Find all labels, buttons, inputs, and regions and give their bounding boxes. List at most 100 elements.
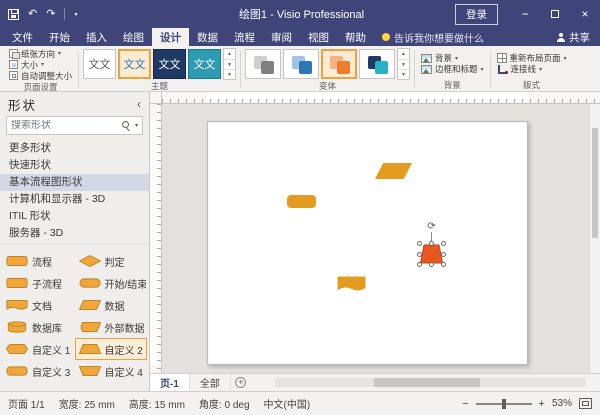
master-custom-3[interactable]: 自定义 3 xyxy=(2,360,75,382)
selection-handle[interactable] xyxy=(441,241,446,246)
zoom-slider-thumb[interactable] xyxy=(502,399,506,409)
chevron-down-icon: ▾ xyxy=(455,55,458,62)
share-button[interactable]: 共享 xyxy=(546,28,600,46)
selection-handle[interactable] xyxy=(417,241,422,246)
relayout-page-button[interactable]: 重新布局页面 ▾ xyxy=(495,53,569,64)
custom3-shape-icon xyxy=(6,365,28,377)
canvas-shape-document[interactable] xyxy=(337,276,366,293)
search-options-icon[interactable]: ▾ xyxy=(135,122,138,129)
scrollbar-thumb[interactable] xyxy=(592,128,598,238)
master-decision[interactable]: 判定 xyxy=(75,250,148,272)
size-button[interactable]: 大小 ▾ xyxy=(7,59,46,70)
autosize-button[interactable]: 自动调整大小 xyxy=(7,70,74,81)
chevron-down-icon: ▾ xyxy=(58,50,61,57)
zoom-level[interactable]: 53% xyxy=(552,398,572,409)
selected-shape[interactable]: ⟳ xyxy=(420,244,443,264)
master-start-end[interactable]: 开始/结束 xyxy=(75,272,148,294)
selection-handle[interactable] xyxy=(429,262,434,267)
status-language[interactable]: 中文(中国) xyxy=(264,396,311,411)
save-icon[interactable] xyxy=(8,9,19,20)
gallery-down-icon[interactable]: ▼ xyxy=(224,59,235,69)
gallery-more-icon[interactable]: ▼ xyxy=(398,69,409,79)
gallery-down-icon[interactable]: ▼ xyxy=(398,59,409,69)
variant-option-4[interactable] xyxy=(359,49,395,79)
master-custom-4[interactable]: 自定义 4 xyxy=(75,360,148,382)
tab-process[interactable]: 流程 xyxy=(226,28,263,46)
tab-review[interactable]: 审阅 xyxy=(263,28,300,46)
master-external-data[interactable]: 外部数据 xyxy=(75,316,148,338)
variant-option-3-selected[interactable] xyxy=(321,49,357,79)
zoom-out-button[interactable]: − xyxy=(462,398,468,410)
tab-draw[interactable]: 绘图 xyxy=(115,28,152,46)
tab-help[interactable]: 帮助 xyxy=(337,28,374,46)
gallery-up-icon[interactable]: ▲ xyxy=(224,49,235,59)
shape-search-input[interactable] xyxy=(11,120,118,131)
scrollbar-thumb[interactable] xyxy=(374,378,480,387)
selection-handle[interactable] xyxy=(441,252,446,257)
tab-home[interactable]: 开始 xyxy=(41,28,78,46)
theme-option-4[interactable]: 文文 xyxy=(188,49,221,79)
stencil-servers-3d[interactable]: 服务器 - 3D xyxy=(0,225,149,242)
selection-handle[interactable] xyxy=(417,252,422,257)
collapse-panel-icon[interactable]: ‹ xyxy=(137,97,141,111)
add-page-button[interactable]: + xyxy=(231,374,251,391)
tab-data[interactable]: 数据 xyxy=(189,28,226,46)
theme-option-1[interactable]: 文文 xyxy=(83,49,116,79)
drawing-area[interactable]: ⟳ xyxy=(150,92,600,373)
minimize-button[interactable]: − xyxy=(510,0,540,28)
page-tab-all[interactable]: 全部 xyxy=(190,374,231,391)
sign-in-button[interactable]: 登录 xyxy=(455,4,498,25)
page-tab-1[interactable]: 页-1 xyxy=(150,374,190,391)
ribbon-tab-bar: 文件 开始 插入 绘图 设计 数据 流程 审阅 视图 帮助 告诉我你想要做什么 … xyxy=(0,28,600,46)
borders-titles-button[interactable]: 边框和标题 ▾ xyxy=(419,64,486,75)
horizontal-scrollbar[interactable] xyxy=(275,378,586,387)
selection-handle[interactable] xyxy=(441,262,446,267)
search-icon[interactable] xyxy=(122,121,131,130)
tab-insert[interactable]: 插入 xyxy=(78,28,115,46)
variant-option-1[interactable] xyxy=(245,49,281,79)
master-custom-2-selected[interactable]: 自定义 2 xyxy=(75,338,148,360)
zoom-in-button[interactable]: + xyxy=(539,398,545,410)
group-label-themes: 主题 xyxy=(83,80,236,92)
group-layout: 重新布局页面 ▾ 连接线 ▾ 版式 xyxy=(492,48,572,91)
stencil-more-shapes[interactable]: 更多形状 xyxy=(0,140,149,157)
master-custom-1[interactable]: 自定义 1 xyxy=(2,338,75,360)
rotation-handle[interactable]: ⟳ xyxy=(427,222,435,232)
zoom-controls: − + 53% xyxy=(462,398,592,410)
zoom-slider[interactable] xyxy=(476,403,532,405)
stencil-basic-flowchart[interactable]: 基本流程图形状 xyxy=(0,174,149,191)
orientation-button[interactable]: 纸张方向 ▾ xyxy=(7,48,63,59)
variant-option-2[interactable] xyxy=(283,49,319,79)
status-page-count[interactable]: 页面 1/1 xyxy=(8,396,45,411)
close-button[interactable]: × xyxy=(570,0,600,28)
master-process[interactable]: 流程 xyxy=(2,250,75,272)
gallery-more-icon[interactable]: ▼ xyxy=(224,69,235,79)
master-database[interactable]: 数据库 xyxy=(2,316,75,338)
qat-customize-icon[interactable]: ▾ xyxy=(74,11,77,18)
master-document[interactable]: 文档 xyxy=(2,294,75,316)
theme-option-2-selected[interactable]: 文文 xyxy=(118,49,151,79)
undo-icon[interactable]: ↶ xyxy=(28,9,37,20)
stencil-itil[interactable]: ITIL 形状 xyxy=(0,208,149,225)
redo-icon[interactable]: ↷ xyxy=(46,9,55,20)
database-shape-icon xyxy=(6,321,28,333)
tab-design[interactable]: 设计 xyxy=(152,28,189,46)
canvas-shape-process[interactable] xyxy=(287,195,316,208)
vertical-scrollbar[interactable] xyxy=(589,104,600,373)
tab-file[interactable]: 文件 xyxy=(4,28,41,46)
fit-page-icon[interactable] xyxy=(579,398,592,409)
gallery-up-icon[interactable]: ▲ xyxy=(398,49,409,59)
tell-me-box[interactable]: 告诉我你想要做什么 xyxy=(382,28,484,46)
connectors-button[interactable]: 连接线 ▾ xyxy=(495,64,545,75)
theme-option-3[interactable]: 文文 xyxy=(153,49,186,79)
selection-handle[interactable] xyxy=(429,241,434,246)
master-data[interactable]: 数据 xyxy=(75,294,148,316)
tab-view[interactable]: 视图 xyxy=(300,28,337,46)
master-subprocess[interactable]: 子流程 xyxy=(2,272,75,294)
background-button[interactable]: 背景 ▾ xyxy=(419,53,460,64)
stencil-quick-shapes[interactable]: 快速形状 xyxy=(0,157,149,174)
drawing-page[interactable] xyxy=(207,121,528,365)
maximize-button[interactable] xyxy=(540,0,570,28)
selection-handle[interactable] xyxy=(417,262,422,267)
stencil-computers-3d[interactable]: 计算机和显示器 - 3D xyxy=(0,191,149,208)
